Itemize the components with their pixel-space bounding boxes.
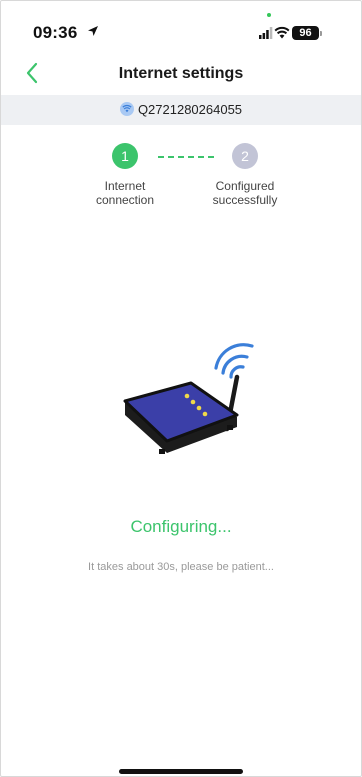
configuring-status: Configuring... <box>130 517 232 536</box>
step-2-label: Configured successfully <box>195 179 295 207</box>
step-1-label-line1: Internet <box>104 179 146 193</box>
step-1-label: Internet connection <box>75 179 175 207</box>
step-2-label-line1: Configured <box>215 179 275 193</box>
device-id: Q2721280264055 <box>137 102 243 117</box>
location-arrow-icon <box>88 26 98 36</box>
privacy-indicator <box>267 13 271 17</box>
router-illustration <box>123 343 254 454</box>
wifi-icon <box>274 26 290 39</box>
battery-icon: 96 <box>292 26 319 40</box>
status-time: 09:36 <box>33 23 78 42</box>
battery-tip <box>320 31 322 36</box>
page-title: Internet settings <box>118 65 244 82</box>
step-connector <box>158 156 214 158</box>
signal-icon <box>259 27 273 39</box>
status-bar: 09:36 96 <box>1 1 361 51</box>
patience-hint: It takes about 30s, please be patient... <box>88 561 274 573</box>
step-2-label-line2: successfully <box>212 193 278 207</box>
wifi-icon <box>119 102 134 116</box>
step-1-label-line2: connection <box>95 193 155 207</box>
navigation-bar: Internet settings <box>1 56 361 92</box>
step-2-indicator: 2 <box>232 143 258 169</box>
home-indicator[interactable] <box>119 769 243 774</box>
wifi-waves-icon <box>214 343 254 379</box>
step-1-indicator: 1 <box>112 143 138 169</box>
app-screen: 09:36 96 Internet settings Q272128026405… <box>0 0 362 777</box>
device-strip: Q2721280264055 <box>1 95 361 125</box>
